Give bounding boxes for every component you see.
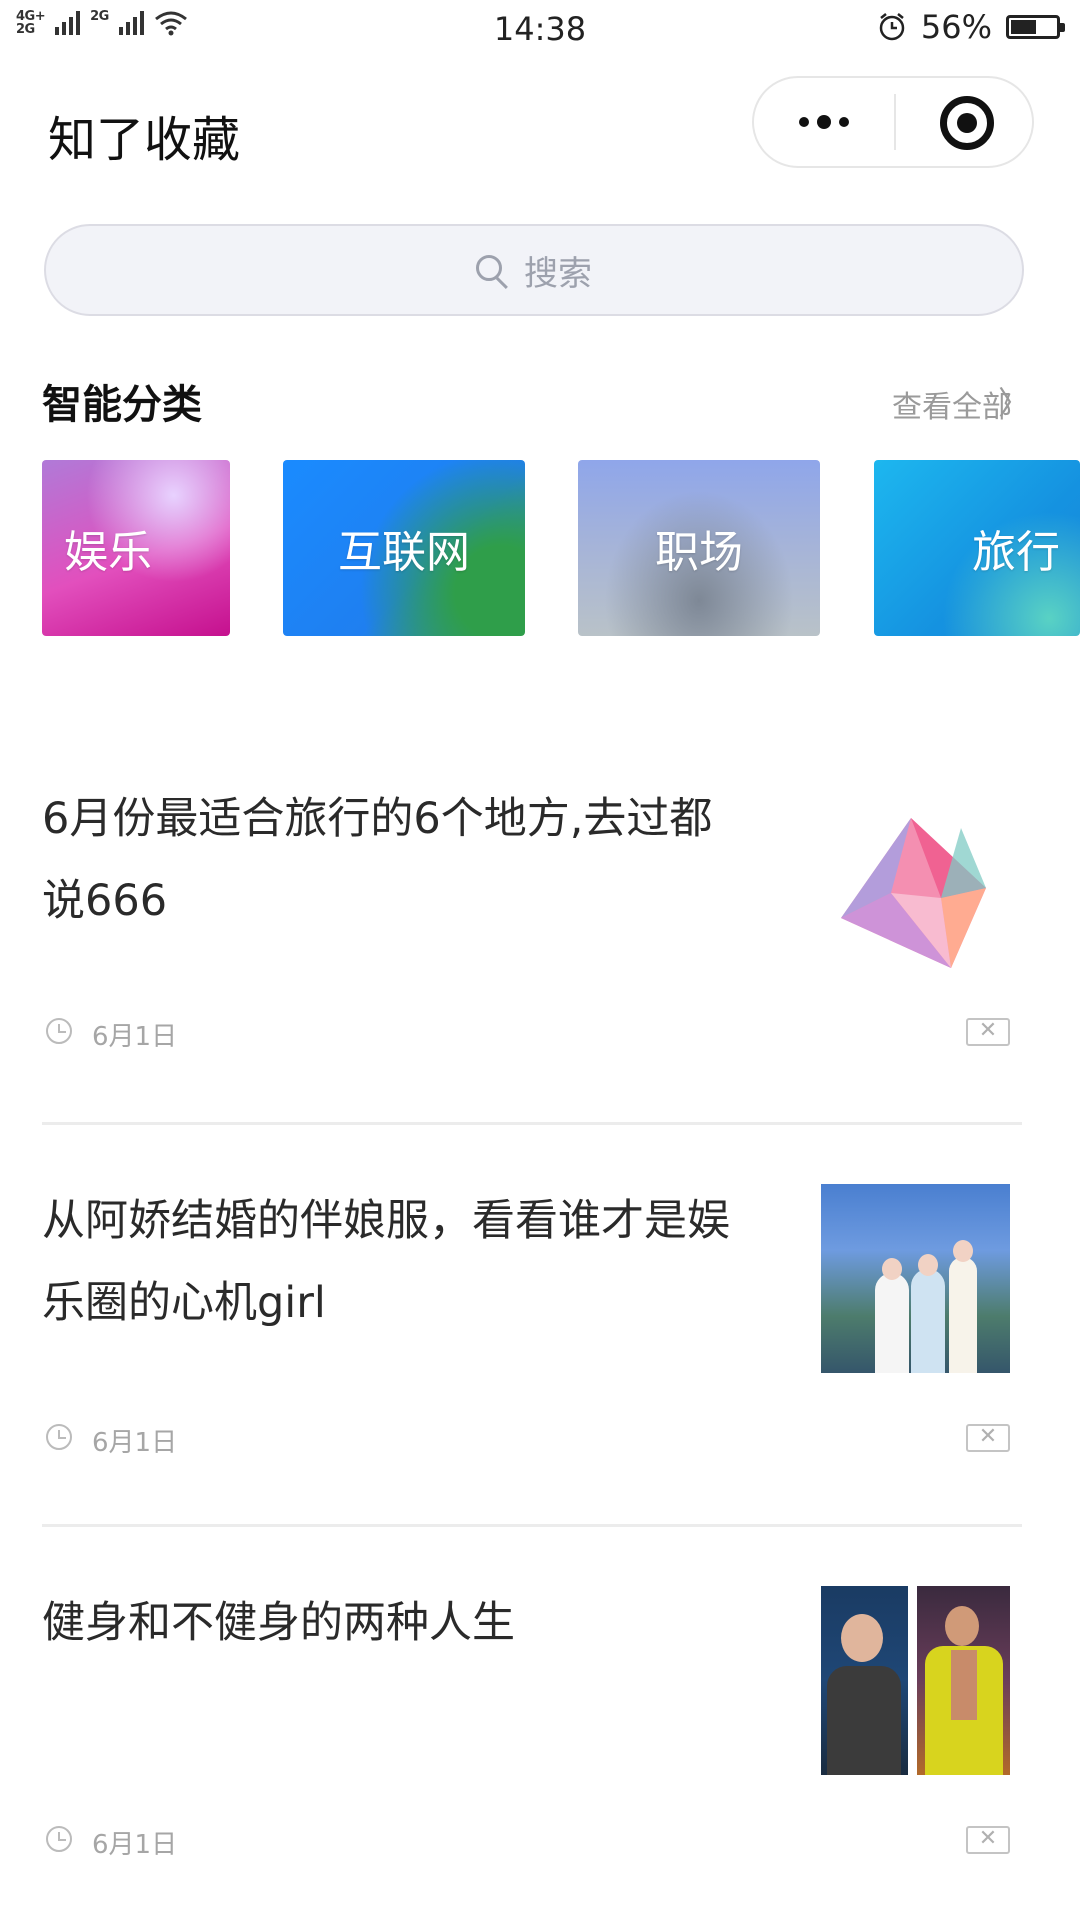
category-tile-entertainment[interactable]: 娱乐 [42, 460, 230, 636]
category-label: 互联网 [338, 527, 470, 578]
article-date: 6月1日 [92, 1022, 178, 1052]
chevron-right-icon[interactable]: 〉 [998, 378, 1030, 424]
delete-icon[interactable]: ✕ [966, 1018, 1010, 1046]
article-item[interactable]: 6月份最适合旅行的6个地方,去过都说666 6月1日 ✕ [42, 778, 1022, 1078]
search-input[interactable]: 搜索 [44, 224, 1024, 316]
photo-left [821, 1586, 908, 1775]
nav-bar: 知了收藏 [0, 76, 1080, 176]
category-tile-internet[interactable]: 互联网 [283, 460, 525, 636]
article-item[interactable]: 健身和不健身的两种人生 6月1日 ✕ [42, 1582, 1022, 1882]
article-title: 健身和不健身的两种人生 [42, 1598, 515, 1648]
photo-right [917, 1586, 1010, 1775]
gem-logo-thumbnail [821, 798, 1010, 987]
category-tile-workplace[interactable]: 职场 [578, 460, 820, 636]
more-dot-icon [817, 115, 831, 129]
delete-icon[interactable]: ✕ [966, 1826, 1010, 1854]
search-icon [476, 255, 508, 290]
wedding-photo-thumbnail [821, 1184, 1010, 1373]
category-tile-travel[interactable]: 旅行 [874, 460, 1080, 636]
clock-icon [46, 1826, 72, 1852]
battery-percent: 56% [920, 8, 992, 46]
battery-icon [1006, 15, 1065, 39]
alarm-icon [879, 13, 905, 41]
article-title: 6月份最适合旅行的6个地方,去过都说666 [42, 794, 713, 926]
close-target-icon[interactable] [940, 96, 994, 150]
category-label: 旅行 [972, 527, 1060, 578]
article-date: 6月1日 [92, 1428, 178, 1458]
search-placeholder: 搜索 [524, 253, 592, 294]
divider [42, 1524, 1022, 1527]
status-right: 56% [877, 8, 1065, 46]
more-button[interactable] [754, 78, 894, 166]
clock-icon [46, 1018, 72, 1044]
more-dot-icon [839, 117, 849, 127]
battery-level [1011, 20, 1036, 34]
divider [42, 1122, 1022, 1125]
view-all-link[interactable]: 查看全部 [892, 382, 1012, 426]
article-date: 6月1日 [92, 1830, 178, 1860]
section-title: 智能分类 [42, 382, 202, 428]
fitness-photo-thumbnail [821, 1586, 1010, 1775]
more-dot-icon [799, 117, 809, 127]
article-title: 从阿娇结婚的伴娘服，看看谁才是娱乐圈的心机girl [42, 1196, 730, 1328]
category-label: 职场 [655, 527, 743, 578]
page-title: 知了收藏 [48, 112, 241, 168]
miniprogram-capsule [752, 76, 1034, 168]
status-bar: 4G+ 2G 2G 14:38 56% [0, 0, 1080, 58]
category-label: 娱乐 [64, 527, 152, 578]
clock-icon [46, 1424, 72, 1450]
article-item[interactable]: 从阿娇结婚的伴娘服，看看谁才是娱乐圈的心机girl 6月1日 ✕ [42, 1180, 1022, 1480]
delete-icon[interactable]: ✕ [966, 1424, 1010, 1452]
capsule-divider [894, 94, 896, 150]
